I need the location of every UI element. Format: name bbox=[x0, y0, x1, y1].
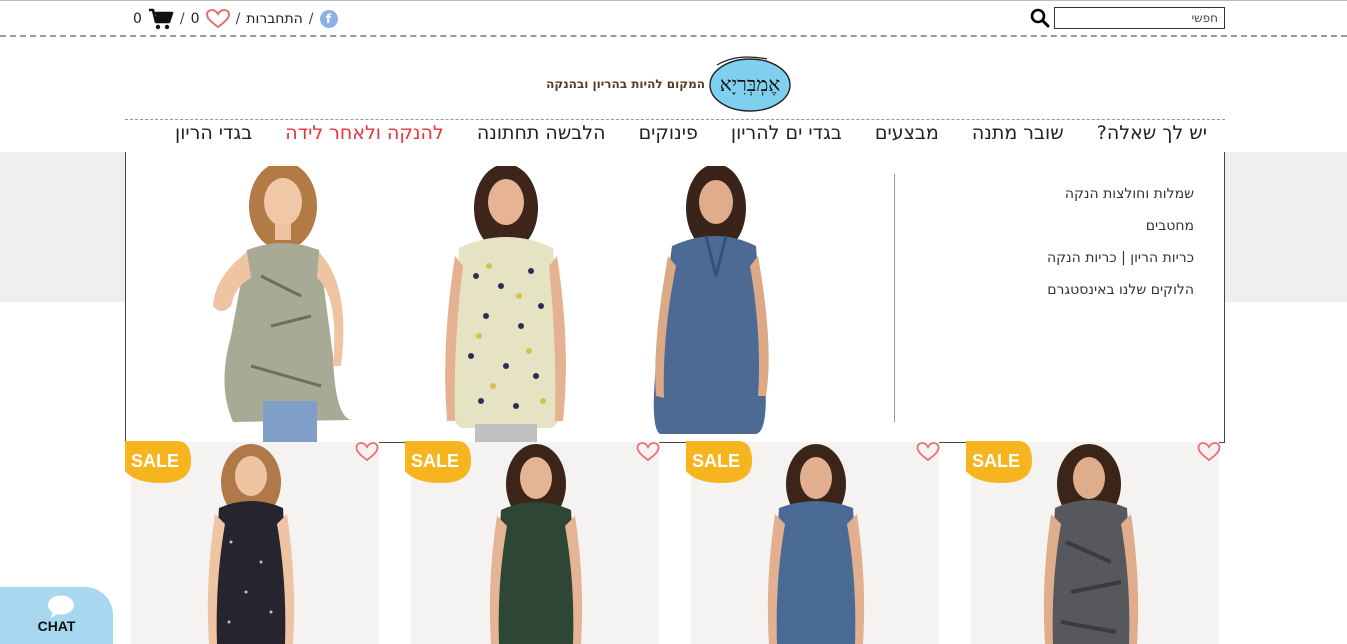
nav-item-sales[interactable]: מבצעים bbox=[875, 122, 939, 152]
chat-label: CHAT bbox=[37, 618, 76, 634]
facebook-icon[interactable]: f bbox=[319, 10, 338, 28]
nav-item-maternity[interactable]: בגדי הריון bbox=[175, 122, 252, 152]
svg-text:SALE: SALE bbox=[411, 451, 459, 471]
nursing-dropdown-menu: שמלות וחולצות הנקה מחטבים כריות הריון | … bbox=[125, 152, 1225, 443]
model-image[interactable] bbox=[201, 166, 371, 442]
wishlist-heart-icon[interactable] bbox=[1197, 441, 1221, 463]
chat-button[interactable]: CHAT bbox=[0, 587, 113, 644]
svg-text:SALE: SALE bbox=[131, 451, 179, 471]
cart-count: 0 bbox=[133, 11, 142, 27]
separator: / bbox=[179, 11, 185, 27]
svg-text:SALE: SALE bbox=[972, 451, 1020, 471]
search-icon[interactable] bbox=[1030, 8, 1050, 28]
dropdown-link-shapewear[interactable]: מחטבים bbox=[1047, 210, 1194, 242]
wishlist-heart-icon[interactable] bbox=[355, 441, 379, 463]
top-bar: 0 / 0 / התחברות / f bbox=[0, 0, 1347, 37]
sale-badge: SALE bbox=[686, 441, 752, 483]
logo-text: אֶמְבְּרִיָא bbox=[720, 72, 781, 96]
model-image[interactable] bbox=[646, 166, 776, 442]
brand-tagline: המקום להיות בהריון ובהנקה bbox=[546, 77, 705, 91]
svg-text:SALE: SALE bbox=[692, 451, 740, 471]
dropdown-links: שמלות וחולצות הנקה מחטבים כריות הריון | … bbox=[1047, 178, 1194, 306]
nav-item-nursing[interactable]: להנקה ולאחר לידה bbox=[285, 122, 443, 152]
sale-badge: SALE bbox=[125, 441, 191, 483]
cart-icon[interactable] bbox=[148, 8, 174, 30]
search-input[interactable] bbox=[1054, 7, 1225, 29]
nav-item-gift-card[interactable]: שובר מתנה bbox=[972, 122, 1064, 152]
nav-divider bbox=[125, 119, 1225, 120]
heart-icon[interactable] bbox=[205, 9, 230, 29]
sale-badge: SALE bbox=[966, 441, 1032, 483]
chat-bubble-icon bbox=[48, 595, 74, 618]
dropdown-link-instagram[interactable]: הלוקים שלנו באינסטגרם bbox=[1047, 274, 1194, 306]
sale-badge: SALE bbox=[405, 441, 471, 483]
wishlist-count: 0 bbox=[190, 11, 200, 27]
main-nav: בגדי הריון להנקה ולאחר לידה הלבשה תחתונה… bbox=[125, 122, 1225, 152]
page: 0 / 0 / התחברות / f אֶמְבְּרִיָא המקום ל… bbox=[0, 0, 1347, 644]
wishlist-heart-icon[interactable] bbox=[636, 441, 660, 463]
wishlist-heart-icon[interactable] bbox=[916, 441, 940, 463]
separator: / bbox=[235, 11, 241, 27]
brand-logo[interactable]: אֶמְבְּרִיָא bbox=[707, 55, 792, 113]
login-link[interactable]: התחברות bbox=[246, 11, 303, 27]
user-links: 0 / 0 / התחברות / f bbox=[133, 7, 338, 31]
dropdown-link-nursing-dresses[interactable]: שמלות וחולצות הנקה bbox=[1047, 178, 1194, 210]
dropdown-link-pillows[interactable]: כריות הריון | כריות הנקה bbox=[1047, 242, 1194, 274]
dropdown-divider bbox=[894, 174, 895, 422]
nav-item-lingerie[interactable]: הלבשה תחתונה bbox=[477, 122, 606, 152]
model-image[interactable] bbox=[431, 166, 581, 442]
separator: / bbox=[308, 11, 314, 27]
nav-item-swimwear[interactable]: בגדי ים להריון bbox=[731, 122, 842, 152]
nav-item-questions[interactable]: יש לך שאלה? bbox=[1097, 122, 1207, 152]
nav-item-pampering[interactable]: פינוקים bbox=[639, 122, 698, 152]
